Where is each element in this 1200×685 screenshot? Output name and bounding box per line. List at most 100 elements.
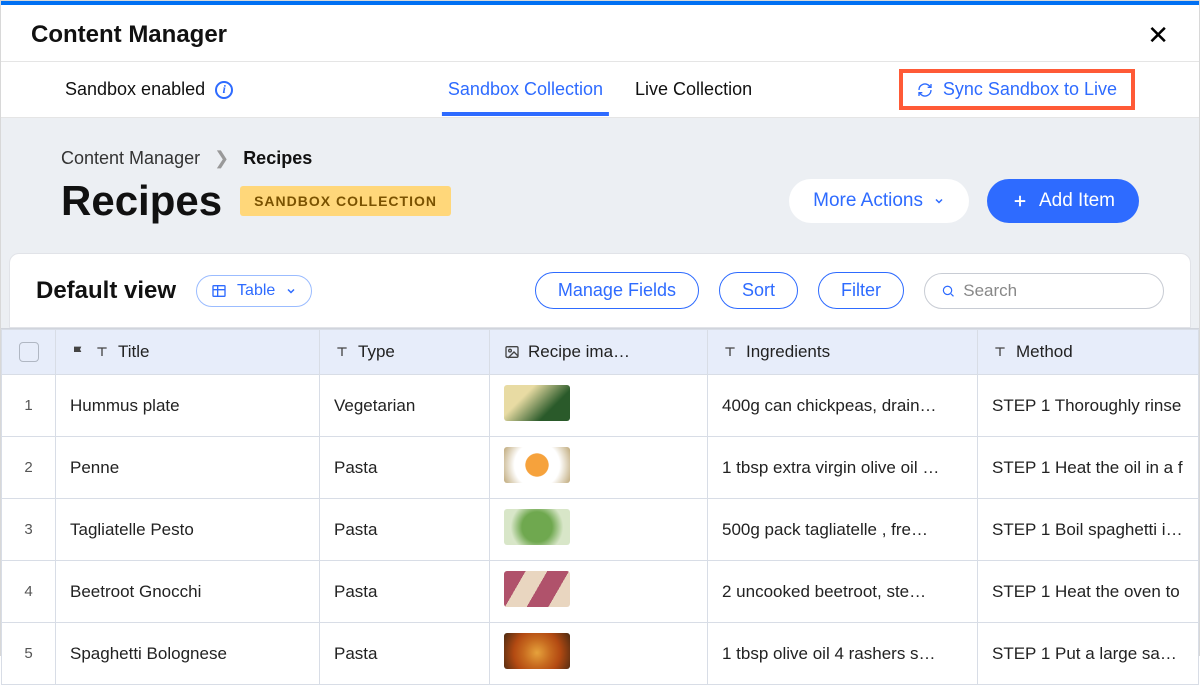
cell-title[interactable]: Penne [56,437,320,499]
column-ingredients-label: Ingredients [746,342,830,362]
cell-method[interactable]: STEP 1 Thoroughly rinse [978,375,1199,437]
chevron-right-icon: ❯ [214,148,229,169]
breadcrumb-current: Recipes [243,148,312,169]
sync-label: Sync Sandbox to Live [943,79,1117,100]
tabs: Sandbox Collection Live Collection [448,62,752,117]
cell-type[interactable]: Pasta [320,623,490,685]
more-actions-button[interactable]: More Actions [789,179,969,223]
cell-method[interactable]: STEP 1 Heat the oven to [978,561,1199,623]
cell-image[interactable] [490,623,708,685]
chevron-down-icon [285,285,297,297]
data-table: Title Type Recipe ima… Ingredients Metho… [1,328,1199,685]
table-row[interactable]: 3Tagliatelle PestoPasta 500g pack tagliat… [2,499,1199,561]
cell-title[interactable]: Spaghetti Bolognese [56,623,320,685]
close-icon[interactable]: ✕ [1147,22,1169,48]
tabs-bar: Sandbox enabled i Sandbox Collection Liv… [1,62,1199,118]
sync-sandbox-button[interactable]: Sync Sandbox to Live [917,79,1117,100]
cell-method[interactable]: STEP 1 Heat the oil in a f [978,437,1199,499]
cell-title[interactable]: Beetroot Gnocchi [56,561,320,623]
search-input[interactable] [963,281,1147,301]
view-selector-label: Table [237,282,275,300]
cell-image[interactable] [490,561,708,623]
text-icon [992,344,1008,360]
column-image-label: Recipe ima… [528,342,630,362]
column-method-label: Method [1016,342,1073,362]
row-number: 1 [2,375,56,437]
more-actions-label: More Actions [813,190,923,212]
column-type[interactable]: Type [320,330,490,375]
row-number: 5 [2,623,56,685]
tab-sandbox-collection[interactable]: Sandbox Collection [448,65,603,114]
checkbox-icon[interactable] [19,342,39,362]
cell-method[interactable]: STEP 1 Put a large sauce [978,623,1199,685]
header-title: Content Manager [31,21,227,49]
table-icon [211,283,227,299]
add-item-button[interactable]: Add Item [987,179,1139,223]
sync-icon [917,82,933,98]
column-type-label: Type [358,342,395,362]
cell-ingredients[interactable]: 1 tbsp olive oil 4 rashers s… [708,623,978,685]
column-title-label: Title [118,342,150,362]
sandbox-status-label: Sandbox enabled [65,79,205,100]
cell-ingredients[interactable]: 2 uncooked beetroot, ste… [708,561,978,623]
cell-type[interactable]: Pasta [320,437,490,499]
page-title: Recipes [61,177,222,225]
column-ingredients[interactable]: Ingredients [708,330,978,375]
page-area: Content Manager ❯ Recipes Recipes SANDBO… [1,118,1199,328]
row-number: 4 [2,561,56,623]
table-header-row: Title Type Recipe ima… Ingredients Metho… [2,330,1199,375]
header: Content Manager ✕ [1,5,1199,62]
flag-icon [70,344,86,360]
image-icon [504,344,520,360]
cell-method[interactable]: STEP 1 Boil spaghetti in a [978,499,1199,561]
view-title: Default view [36,277,176,305]
table-row[interactable]: 2PennePasta 1 tbsp extra virgin olive oil… [2,437,1199,499]
row-number: 2 [2,437,56,499]
thumbnail-image[interactable] [504,509,570,545]
thumbnail-image[interactable] [504,447,570,483]
thumbnail-image[interactable] [504,571,570,607]
view-toolbar: Default view Table Manage Fields Sort Fi… [9,253,1191,328]
cell-title[interactable]: Tagliatelle Pesto [56,499,320,561]
text-icon [94,344,110,360]
filter-button[interactable]: Filter [818,272,904,309]
cell-type[interactable]: Pasta [320,561,490,623]
cell-type[interactable]: Vegetarian [320,375,490,437]
cell-title[interactable]: Hummus plate [56,375,320,437]
search-icon [941,283,955,299]
cell-type[interactable]: Pasta [320,499,490,561]
manage-fields-button[interactable]: Manage Fields [535,272,699,309]
title-row: Recipes SANDBOX COLLECTION More Actions … [61,177,1139,225]
thumbnail-image[interactable] [504,633,570,669]
breadcrumb-parent[interactable]: Content Manager [61,148,200,169]
info-icon[interactable]: i [215,81,233,99]
sort-button[interactable]: Sort [719,272,798,309]
add-item-label: Add Item [1039,190,1115,212]
cell-ingredients[interactable]: 1 tbsp extra virgin olive oil … [708,437,978,499]
sandbox-status: Sandbox enabled i [65,79,233,100]
text-icon [722,344,738,360]
column-method[interactable]: Method [978,330,1199,375]
text-icon [334,344,350,360]
row-number: 3 [2,499,56,561]
table-row[interactable]: 5Spaghetti BolognesePasta 1 tbsp olive oi… [2,623,1199,685]
breadcrumb: Content Manager ❯ Recipes [61,148,1139,169]
thumbnail-image[interactable] [504,385,570,421]
chevron-down-icon [933,195,945,207]
select-all-header[interactable] [2,330,56,375]
table-row[interactable]: 4Beetroot GnocchiPasta 2 uncooked beetroo… [2,561,1199,623]
cell-ingredients[interactable]: 500g pack tagliatelle , fre… [708,499,978,561]
sync-highlight: Sync Sandbox to Live [899,69,1135,110]
tab-live-collection[interactable]: Live Collection [635,65,752,114]
column-title[interactable]: Title [56,330,320,375]
cell-ingredients[interactable]: 400g can chickpeas, drain… [708,375,978,437]
table-row[interactable]: 1Hummus plateVegetarian 400g can chickpea… [2,375,1199,437]
view-selector[interactable]: Table [196,275,312,307]
cell-image[interactable] [490,375,708,437]
search-box[interactable] [924,273,1164,309]
sandbox-badge: SANDBOX COLLECTION [240,186,451,216]
column-image[interactable]: Recipe ima… [490,330,708,375]
cell-image[interactable] [490,499,708,561]
cell-image[interactable] [490,437,708,499]
plus-icon [1011,192,1029,210]
